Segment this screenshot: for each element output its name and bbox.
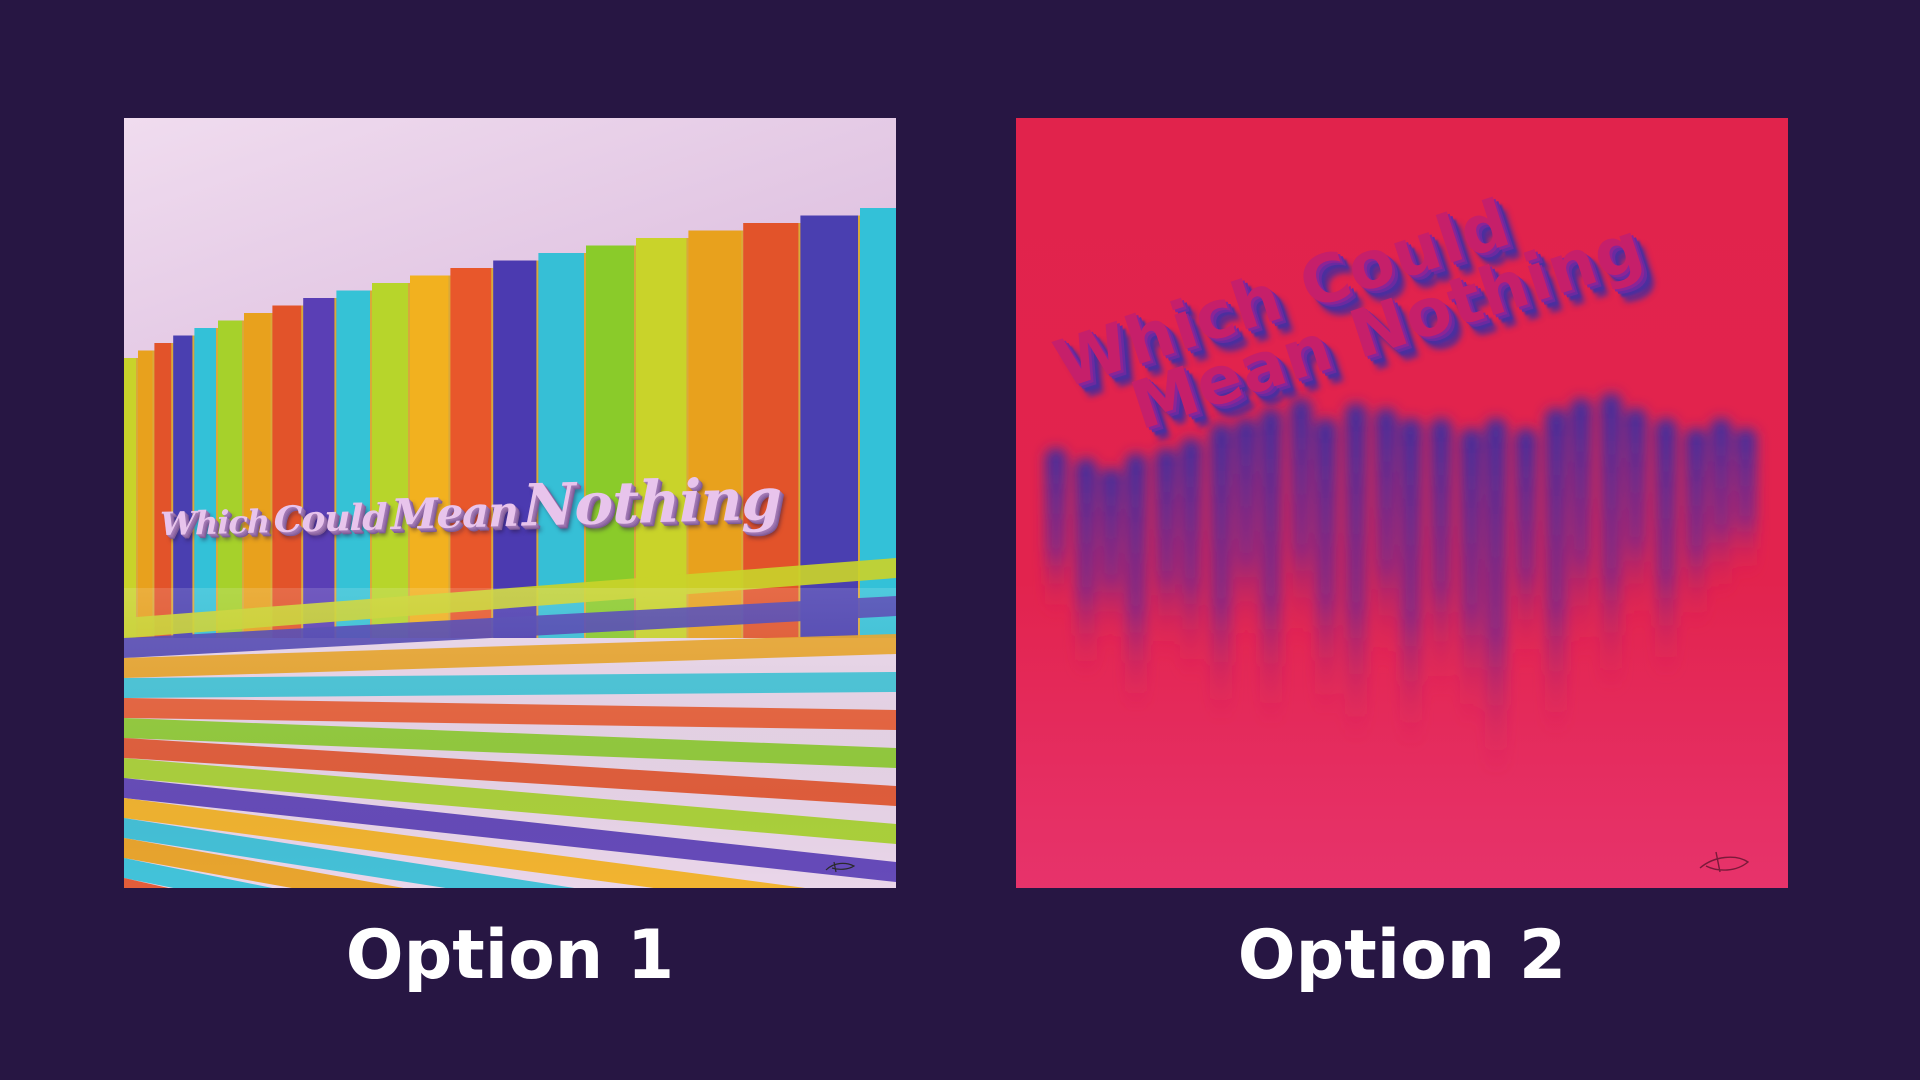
wall-stripe bbox=[372, 283, 410, 638]
option-1-card[interactable]: Which Could Mean Nothing Option 1 bbox=[124, 118, 896, 990]
stripe-gold-edge bbox=[370, 290, 372, 638]
paint-drip bbox=[1430, 418, 1452, 698]
paint-drip bbox=[1460, 428, 1482, 728]
stripe-gold-edge bbox=[491, 268, 494, 638]
paint-drip bbox=[1290, 398, 1312, 648]
stripe-gold-edge bbox=[408, 283, 410, 638]
paint-drip bbox=[1515, 428, 1537, 668]
paint-drip bbox=[1375, 408, 1397, 668]
paint-drip bbox=[1125, 453, 1147, 713]
art-title-word: Which bbox=[160, 502, 270, 544]
paint-drip bbox=[1685, 428, 1707, 628]
paint-drip bbox=[1625, 408, 1647, 628]
wall-stripe bbox=[538, 253, 586, 638]
paint-drip bbox=[1655, 418, 1677, 678]
option-2-artwork[interactable]: Which Could Mean Nothing bbox=[1016, 118, 1788, 888]
paint-drip bbox=[1075, 458, 1097, 678]
paint-drip bbox=[1345, 403, 1367, 743]
paint-drip bbox=[1315, 418, 1337, 718]
stripe-gold-edge bbox=[536, 260, 539, 638]
signature-mark bbox=[825, 861, 856, 873]
paint-drip bbox=[1155, 448, 1177, 658]
art-title-word: Nothing bbox=[522, 464, 781, 540]
art-title-word: Could bbox=[273, 496, 387, 542]
option-2-card[interactable]: Which Could Mean Nothing Option 2 bbox=[1016, 118, 1788, 990]
paint-drip bbox=[1545, 408, 1567, 738]
paint-drip bbox=[1400, 418, 1422, 748]
stripe-gold-edge bbox=[448, 275, 451, 638]
option-1-caption: Option 1 bbox=[345, 916, 675, 995]
stripe-gold-edge bbox=[334, 298, 337, 638]
wall-stripe bbox=[450, 268, 494, 638]
stripe-gold-edge bbox=[584, 253, 586, 638]
wall-stripe bbox=[303, 298, 337, 638]
wall-stripe bbox=[493, 260, 539, 638]
option-2-caption: Option 2 bbox=[1237, 916, 1567, 995]
wall-stripe bbox=[336, 290, 372, 638]
option-1-artwork[interactable]: Which Could Mean Nothing bbox=[124, 118, 896, 888]
paint-drip bbox=[1260, 408, 1282, 728]
paint-drip bbox=[1485, 418, 1507, 778]
paint-drip bbox=[1600, 393, 1622, 693]
paint-drip bbox=[1235, 418, 1257, 648]
paint-drip bbox=[1710, 418, 1732, 598]
paint-drip bbox=[1180, 438, 1202, 678]
paint-drip bbox=[1100, 468, 1122, 648]
signature-mark bbox=[1699, 851, 1750, 873]
paint-drip bbox=[1735, 428, 1757, 578]
art-title-word: Mean bbox=[390, 486, 518, 540]
wall-stripe bbox=[410, 275, 451, 638]
paint-drip bbox=[1570, 398, 1592, 658]
paint-drip bbox=[1210, 423, 1232, 723]
paint-drip bbox=[1045, 448, 1067, 618]
